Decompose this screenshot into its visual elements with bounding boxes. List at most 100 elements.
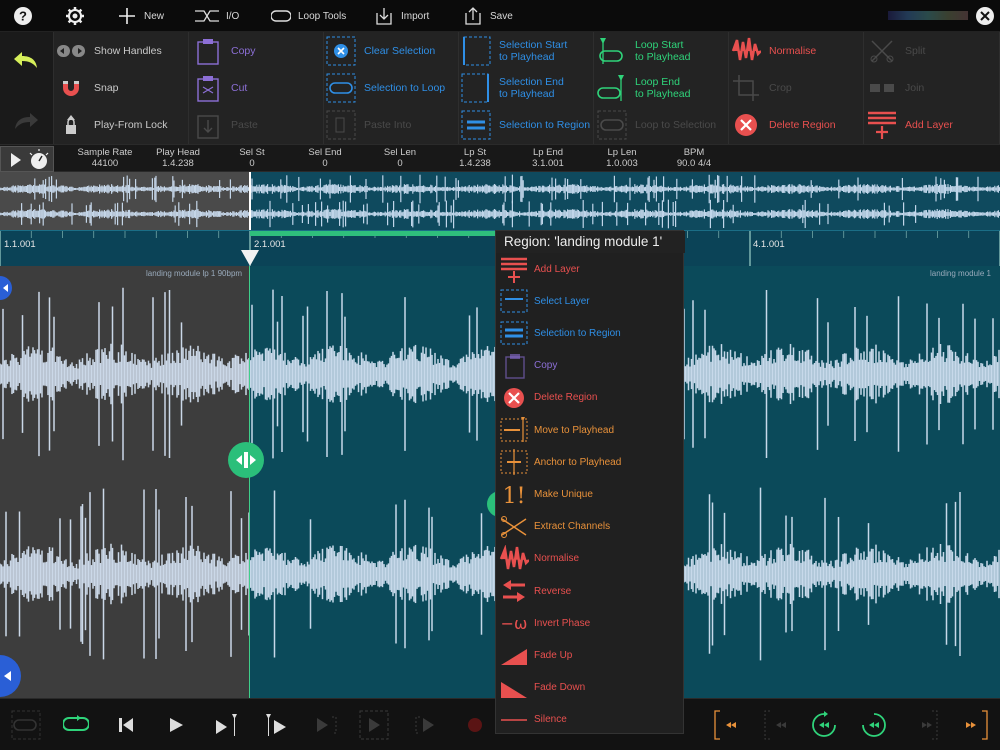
context-menu-item-icon xyxy=(498,706,530,734)
level-meter xyxy=(888,11,968,20)
rewind-start-button[interactable] xyxy=(110,709,142,741)
loop-to-selection-label: Loop to Selection xyxy=(635,118,717,131)
context-menu-item-icon: −ω xyxy=(498,609,530,637)
loop-toggle-button[interactable] xyxy=(60,709,92,741)
selection-start-button[interactable]: Selection Start to Playhead xyxy=(461,32,567,69)
context-menu-item[interactable]: Selection to Region xyxy=(496,317,685,349)
loop-tools-button[interactable]: Loop Tools xyxy=(270,0,346,32)
split-button[interactable]: Split xyxy=(867,32,925,69)
loop-end-button[interactable]: Loop End to Playhead xyxy=(597,69,690,106)
clear-selection-button[interactable]: Clear Selection xyxy=(326,32,435,69)
undo-button[interactable] xyxy=(12,43,40,80)
help-glyph: ? xyxy=(19,9,27,24)
context-menu-item[interactable]: Silence xyxy=(496,704,685,736)
context-menu-item-label: Copy xyxy=(534,360,558,372)
help-button[interactable]: ? xyxy=(12,0,40,32)
context-menu-item[interactable]: Select Layer xyxy=(496,285,685,317)
info-cell: Play Head 1.4.238 xyxy=(143,147,213,169)
jump-to-start-button[interactable] xyxy=(712,709,744,741)
play-to-loop-end-button[interactable] xyxy=(210,709,242,741)
settings-button[interactable] xyxy=(64,0,92,32)
copy-button[interactable]: Copy xyxy=(193,32,256,69)
loop-bar[interactable] xyxy=(250,231,495,236)
jump-to-end-button[interactable] xyxy=(958,709,990,741)
play-metronome-button[interactable] xyxy=(0,146,54,172)
loop-start-label: Loop Start to Playhead xyxy=(635,39,690,63)
loop-off-icon xyxy=(11,710,41,740)
play-from-loop-start-button[interactable] xyxy=(260,709,292,741)
context-menu-item[interactable]: Reverse xyxy=(496,575,685,607)
context-menu-item[interactable]: Delete Region xyxy=(496,382,685,414)
info-cell-label: Sel Len xyxy=(383,147,417,158)
playhead-line xyxy=(249,266,250,698)
svg-text:−ω: −ω xyxy=(501,614,528,633)
import-button[interactable]: Import xyxy=(373,0,429,32)
normalise-button[interactable]: Normalise xyxy=(731,32,816,69)
context-menu-item[interactable]: 1! Make Unique xyxy=(496,478,685,510)
context-menu-item-label: Fade Up xyxy=(534,649,573,661)
snap-button[interactable]: Snap xyxy=(56,69,119,106)
jump-loop-start-button[interactable] xyxy=(808,709,840,741)
redo-icon xyxy=(12,111,40,134)
delete-icon xyxy=(731,110,761,140)
crop-button[interactable]: Crop xyxy=(731,69,792,106)
paste-into-icon xyxy=(326,110,356,140)
region-start-handle[interactable] xyxy=(0,276,14,300)
save-button[interactable]: Save xyxy=(462,0,513,32)
close-button[interactable] xyxy=(974,0,1000,32)
play-from-lock-button[interactable]: Play-From Lock xyxy=(56,106,168,143)
context-menu-item[interactable]: Fade Up xyxy=(496,639,685,671)
loop-start-button[interactable]: Loop Start to Playhead xyxy=(597,32,690,69)
loop-start-handle[interactable] xyxy=(228,440,264,480)
context-menu-item[interactable]: Fade Down xyxy=(496,672,685,704)
clear-selection-label: Clear Selection xyxy=(364,44,436,57)
loop-to-selection-button[interactable]: Loop to Selection xyxy=(597,106,716,143)
cut-button[interactable]: Cut xyxy=(193,69,247,106)
jump-selection-start-button[interactable] xyxy=(762,709,794,741)
info-cell: BPM 90.0 4/4 xyxy=(659,147,729,169)
selection-loop-icon xyxy=(326,73,356,103)
selection-end-button[interactable]: Selection End to Playhead xyxy=(461,69,564,106)
context-menu-item[interactable]: Move to Playhead xyxy=(496,414,685,446)
show-handles-button[interactable]: Show Handles xyxy=(56,32,162,69)
context-menu-item[interactable]: Extract Channels xyxy=(496,511,685,543)
info-cell: Lp St 1.4.238 xyxy=(440,147,510,169)
close-icon xyxy=(974,5,996,27)
loop-icon xyxy=(270,5,292,27)
context-menu-item-icon xyxy=(498,416,530,444)
context-menu-item[interactable]: −ω Invert Phase xyxy=(496,607,685,639)
selection-to-loop-button[interactable]: Selection to Loop xyxy=(326,69,445,106)
paste-into-button[interactable]: Paste Into xyxy=(326,106,411,143)
play-selection-loop-button[interactable] xyxy=(358,709,390,741)
new-button[interactable]: New xyxy=(116,0,164,32)
io-button[interactable]: I/O xyxy=(194,0,239,32)
jump-selection-end-button[interactable] xyxy=(908,709,940,741)
info-cell-value: 1.4.238 xyxy=(162,158,194,169)
loop-disabled-button[interactable] xyxy=(10,709,42,741)
overview-waveform[interactable] xyxy=(0,172,1000,230)
context-menu-item[interactable]: Anchor to Playhead xyxy=(496,446,685,478)
info-cell-label: Lp End xyxy=(532,147,564,158)
context-menu-item-label: Add Layer xyxy=(534,263,580,275)
handles-icon xyxy=(56,36,86,66)
join-button[interactable]: Join xyxy=(867,69,924,106)
selection-to-region-button[interactable]: Selection to Region xyxy=(461,106,590,143)
context-menu-item[interactable]: Add Layer xyxy=(496,253,685,285)
play-button[interactable] xyxy=(160,709,192,741)
context-menu-item[interactable]: Copy xyxy=(496,350,685,382)
join-icon xyxy=(867,73,897,103)
add-layer-button[interactable]: Add Layer xyxy=(867,106,953,143)
playhead-marker-icon[interactable] xyxy=(240,249,260,267)
delete-region-button[interactable]: Delete Region xyxy=(731,106,836,143)
cut-label: Cut xyxy=(231,81,248,94)
show-handles-label: Show Handles xyxy=(94,44,162,57)
record-button[interactable] xyxy=(459,709,491,741)
play-from-selection-button[interactable] xyxy=(410,709,442,741)
play-selection-button[interactable] xyxy=(310,709,342,741)
jump-loop-end-button[interactable] xyxy=(858,709,890,741)
redo-button[interactable] xyxy=(12,104,40,141)
normalise-icon xyxy=(731,36,761,66)
region-bottom-handle[interactable] xyxy=(0,655,24,697)
context-menu-item[interactable]: Normalise xyxy=(496,543,685,575)
paste-button[interactable]: Paste xyxy=(193,106,258,143)
